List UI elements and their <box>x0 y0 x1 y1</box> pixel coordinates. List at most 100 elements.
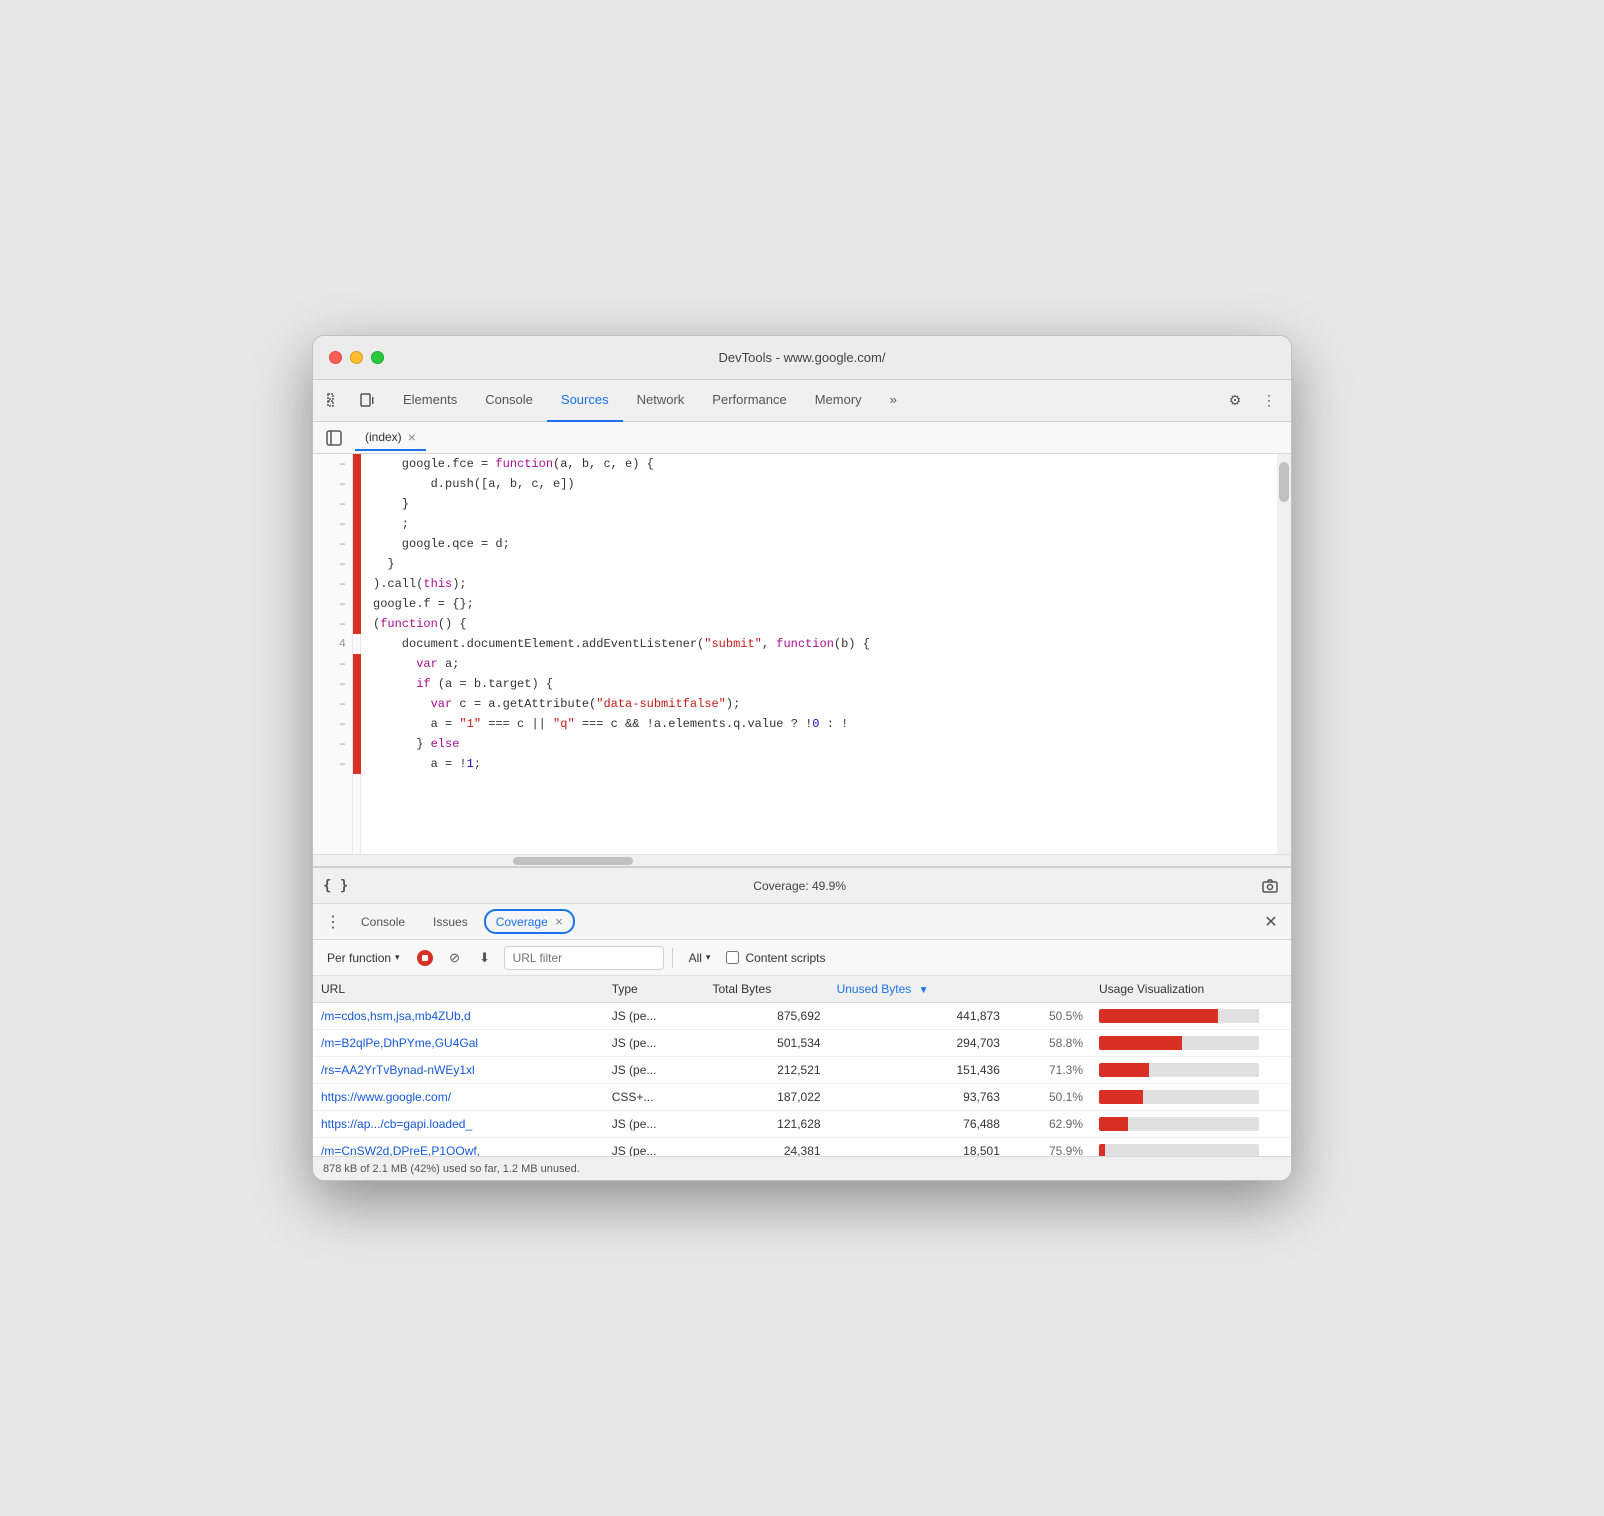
device-icon[interactable] <box>353 387 381 415</box>
tab-performance[interactable]: Performance <box>698 380 800 422</box>
status-bar: 878 kB of 2.1 MB (42%) used so far, 1.2 … <box>313 1156 1291 1180</box>
cell-unused-bytes: 76,488 <box>829 1111 1008 1138</box>
tab-network[interactable]: Network <box>623 380 699 422</box>
file-tab-close-icon[interactable]: × <box>408 429 416 445</box>
cell-total-bytes: 212,521 <box>705 1057 829 1084</box>
table-header-row: URL Type Total Bytes Unused Bytes ▼ Usag… <box>313 976 1291 1003</box>
line-num-9: – <box>339 614 346 634</box>
cell-usage-bar <box>1091 1111 1291 1138</box>
code-line-8: google.f = {}; <box>373 594 1265 614</box>
usage-bar-bg <box>1099 1036 1259 1050</box>
cell-url[interactable]: /m=cdos,hsm,jsa,mb4ZUb,d <box>313 1003 604 1030</box>
cell-pct: 58.8% <box>1008 1030 1091 1057</box>
all-chevron-icon: ▾ <box>706 952 711 963</box>
table-row[interactable]: /m=cdos,hsm,jsa,mb4ZUb,d JS (pe... 875,6… <box>313 1003 1291 1030</box>
table-row[interactable]: /m=CnSW2d,DPreE,P1OOwf, JS (pe... 24,381… <box>313 1138 1291 1157</box>
file-tab-index[interactable]: (index) × <box>355 425 426 451</box>
tab-console[interactable]: Console <box>471 380 547 422</box>
settings-icon[interactable]: ⚙ <box>1221 387 1249 415</box>
col-unused-bytes[interactable]: Unused Bytes ▼ <box>829 976 1008 1003</box>
code-line-16: a = !1; <box>373 754 1265 774</box>
table-row[interactable]: https://www.google.com/ CSS+... 187,022 … <box>313 1084 1291 1111</box>
more-tabs-icon[interactable]: ⋮ <box>321 910 345 934</box>
usage-bar-bg <box>1099 1117 1259 1131</box>
line-num-4: – <box>339 514 346 534</box>
vertical-scrollbar[interactable] <box>1277 454 1291 854</box>
chevron-down-icon: ▾ <box>395 952 400 963</box>
content-scripts-label[interactable]: Content scripts <box>726 951 825 965</box>
horiz-scrollbar-thumb[interactable] <box>513 857 633 865</box>
line-numbers: – – – – – – – – – 4 – – – – – – <box>313 454 353 854</box>
tab-coverage[interactable]: Coverage × <box>484 909 575 934</box>
scrollbar-thumb[interactable] <box>1279 462 1289 502</box>
record-stop-button[interactable] <box>414 947 436 969</box>
traffic-lights <box>329 351 384 364</box>
tab-issues[interactable]: Issues <box>421 911 480 933</box>
per-function-dropdown[interactable]: Per function ▾ <box>321 948 406 968</box>
coverage-table-wrapper[interactable]: URL Type Total Bytes Unused Bytes ▼ Usag… <box>313 976 1291 1156</box>
line-num-13: – <box>339 694 346 714</box>
bottom-toolbar: { } Coverage: 49.9% <box>313 868 1291 904</box>
minimize-button[interactable] <box>350 351 363 364</box>
col-pct <box>1008 976 1091 1003</box>
clear-button[interactable]: ⊘ <box>444 947 466 969</box>
usage-bar-red <box>1099 1036 1182 1050</box>
status-text: 878 kB of 2.1 MB (42%) used so far, 1.2 … <box>323 1163 580 1175</box>
tab-memory[interactable]: Memory <box>801 380 876 422</box>
tab-sources[interactable]: Sources <box>547 380 623 422</box>
cell-url[interactable]: /m=CnSW2d,DPreE,P1OOwf, <box>313 1138 604 1157</box>
col-usage-viz[interactable]: Usage Visualization <box>1091 976 1291 1003</box>
cell-url[interactable]: /m=B2qlPe,DhPYme,GU4Gal <box>313 1030 604 1057</box>
usage-bar-red <box>1099 1009 1218 1023</box>
cell-url[interactable]: https://www.google.com/ <box>313 1084 604 1111</box>
sidebar-toggle-icon[interactable] <box>321 425 347 451</box>
line-num-3: – <box>339 494 346 514</box>
file-tab-bar: (index) × <box>313 422 1291 454</box>
code-line-11: var a; <box>373 654 1265 674</box>
table-row[interactable]: /rs=AA2YrTvBynad-nWEy1xl JS (pe... 212,5… <box>313 1057 1291 1084</box>
title-bar: DevTools - www.google.com/ <box>313 336 1291 380</box>
more-icon[interactable]: ⋮ <box>1255 387 1283 415</box>
code-line-4: ; <box>373 514 1265 534</box>
usage-bar-bg <box>1099 1144 1259 1156</box>
cell-url[interactable]: /rs=AA2YrTvBynad-nWEy1xl <box>313 1057 604 1084</box>
cell-usage-bar <box>1091 1084 1291 1111</box>
filter-bar: Per function ▾ ⊘ ⬇ All ▾ Content scripts <box>313 940 1291 976</box>
line-num-8: – <box>339 594 346 614</box>
col-type[interactable]: Type <box>604 976 705 1003</box>
col-url[interactable]: URL <box>313 976 604 1003</box>
cell-type: JS (pe... <box>604 1138 705 1157</box>
code-editor[interactable]: google.fce = function(a, b, c, e) { d.pu… <box>361 454 1277 854</box>
table-row[interactable]: /m=B2qlPe,DhPYme,GU4Gal JS (pe... 501,53… <box>313 1030 1291 1057</box>
cursor-icon[interactable] <box>321 387 349 415</box>
tab-more[interactable]: » <box>876 380 911 422</box>
code-panel: – – – – – – – – – 4 – – – – – – <box>313 454 1291 854</box>
screenshot-icon[interactable] <box>1259 875 1281 897</box>
code-line-10: document.documentElement.addEventListene… <box>373 634 1265 654</box>
horizontal-scrollbar[interactable] <box>313 854 1291 866</box>
cell-unused-bytes: 93,763 <box>829 1084 1008 1111</box>
url-filter-input[interactable] <box>504 946 664 970</box>
content-scripts-text: Content scripts <box>745 951 825 965</box>
cell-unused-bytes: 18,501 <box>829 1138 1008 1157</box>
close-button[interactable] <box>329 351 342 364</box>
cell-pct: 75.9% <box>1008 1138 1091 1157</box>
code-line-6: } <box>373 554 1265 574</box>
coverage-tab-close-icon[interactable]: × <box>555 914 563 929</box>
usage-bar-red <box>1099 1090 1143 1104</box>
record-stop-icon <box>417 950 433 966</box>
tab-console[interactable]: Console <box>349 911 417 933</box>
col-total-bytes[interactable]: Total Bytes <box>705 976 829 1003</box>
toolbar-right: ⚙ ⋮ <box>1221 387 1283 415</box>
maximize-button[interactable] <box>371 351 384 364</box>
tab-elements[interactable]: Elements <box>389 380 471 422</box>
toolbar-tabs: Elements Console Sources Network Perform… <box>389 380 911 422</box>
code-line-1: google.fce = function(a, b, c, e) { <box>373 454 1265 474</box>
all-dropdown[interactable]: All ▾ <box>681 948 719 968</box>
cell-url[interactable]: https://ap.../cb=gapi.loaded_ <box>313 1111 604 1138</box>
table-row[interactable]: https://ap.../cb=gapi.loaded_ JS (pe... … <box>313 1111 1291 1138</box>
export-button[interactable]: ⬇ <box>474 947 496 969</box>
content-scripts-checkbox[interactable] <box>726 951 739 964</box>
close-bottom-panel-icon[interactable]: ✕ <box>1259 910 1283 934</box>
bottom-panel: { } Coverage: 49.9% ⋮ Console Issues Cov… <box>313 866 1291 1180</box>
